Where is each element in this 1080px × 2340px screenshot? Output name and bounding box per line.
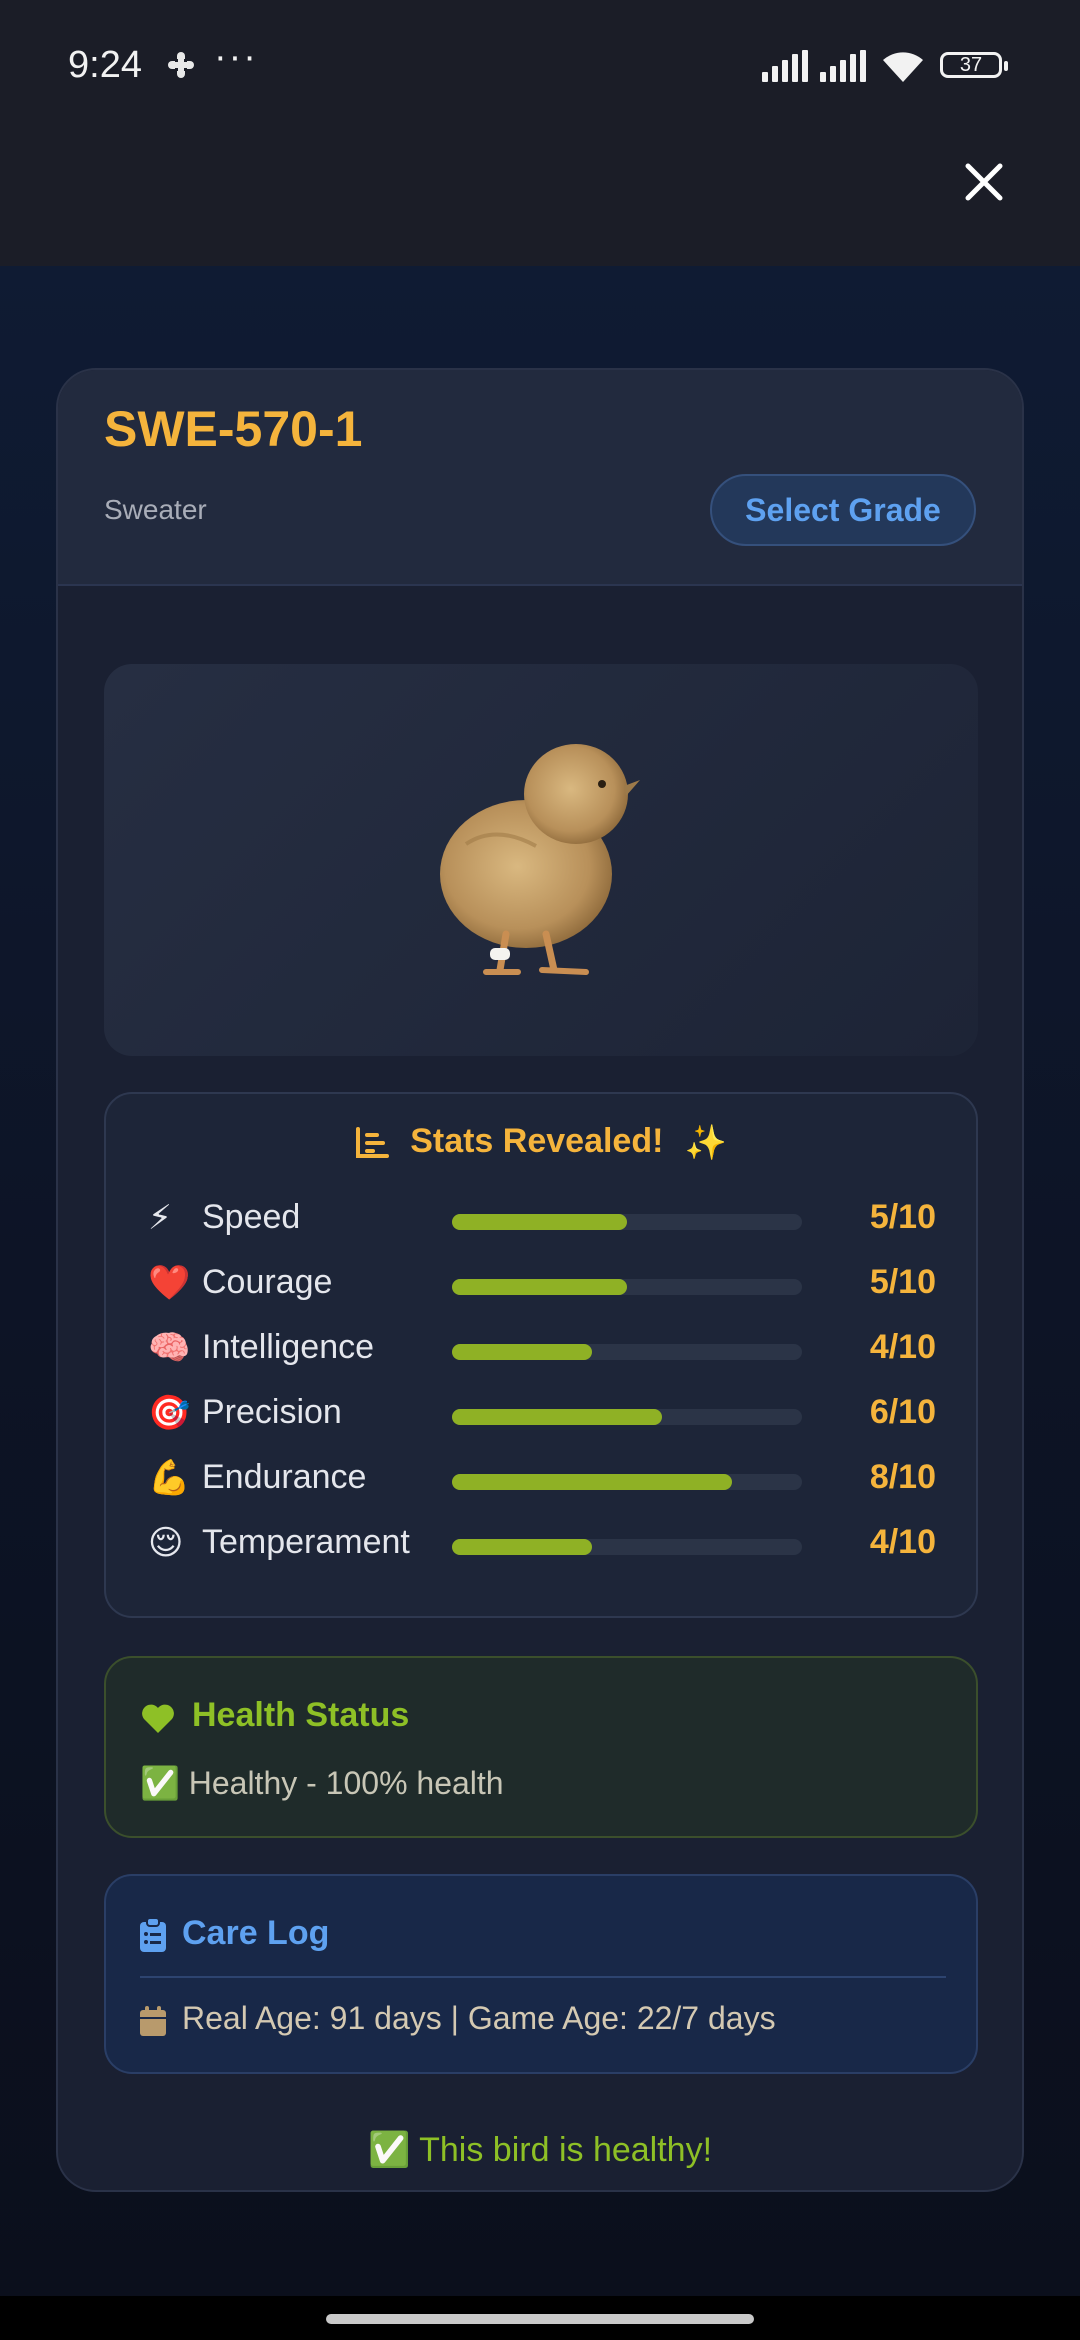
stat-value: 6/10 bbox=[869, 1393, 936, 1431]
health-status-panel: Health Status ✅ Healthy - 100% health bbox=[104, 1656, 978, 1838]
health-status-title: Health Status bbox=[192, 1696, 410, 1734]
stat-bar bbox=[452, 1214, 802, 1230]
stat-row-temperament: 😌 Temperament 4/10 bbox=[106, 1515, 976, 1571]
stat-name: Temperament bbox=[202, 1523, 410, 1561]
stat-row-courage: ❤️ Courage 5/10 bbox=[106, 1255, 976, 1311]
signal-icon bbox=[820, 50, 866, 82]
stat-value: 5/10 bbox=[869, 1198, 936, 1236]
stat-name: Intelligence bbox=[202, 1328, 375, 1366]
care-log-title: Care Log bbox=[182, 1914, 330, 1952]
battery-icon: 37 bbox=[940, 52, 1008, 78]
status-time: 9:24 bbox=[68, 44, 142, 86]
target-icon: 🎯 bbox=[148, 1394, 191, 1432]
sparkles-icon: ✨ bbox=[684, 1124, 728, 1163]
stat-bar bbox=[452, 1344, 802, 1360]
wifi-icon bbox=[883, 52, 923, 82]
select-grade-button[interactable]: Select Grade bbox=[710, 474, 976, 546]
more-notifications-icon: ··· bbox=[214, 36, 258, 78]
clipboard-icon bbox=[140, 1918, 166, 1952]
stat-bar bbox=[452, 1409, 802, 1425]
divider bbox=[140, 1976, 946, 1978]
bird-type: Sweater bbox=[104, 494, 207, 525]
modal-top-bar bbox=[0, 130, 1080, 266]
age-info: Real Age: 91 days | Game Age: 22/7 days bbox=[182, 2000, 776, 2036]
slack-icon bbox=[168, 52, 194, 78]
close-icon[interactable] bbox=[956, 154, 1012, 210]
stat-bar-fill bbox=[452, 1474, 732, 1490]
stat-row-endurance: 💪 Endurance 8/10 bbox=[106, 1450, 976, 1506]
care-log-panel: Care Log Real Age: 91 days | Game Age: 2… bbox=[104, 1874, 978, 2074]
stat-value: 8/10 bbox=[869, 1458, 936, 1496]
stat-bar bbox=[452, 1279, 802, 1295]
stat-bar-fill bbox=[452, 1279, 627, 1295]
heart-icon: ❤️ bbox=[148, 1264, 191, 1302]
flexed-arm-icon: 💪 bbox=[148, 1459, 191, 1497]
stat-name: Endurance bbox=[202, 1458, 367, 1496]
stats-title: Stats Revealed! bbox=[410, 1122, 664, 1160]
stat-bar bbox=[452, 1474, 802, 1490]
stat-name: Courage bbox=[202, 1263, 333, 1301]
stats-title-row: Stats Revealed! ✨ bbox=[106, 1122, 976, 1163]
bird-image-panel bbox=[104, 664, 978, 1056]
stat-bar-fill bbox=[452, 1409, 662, 1425]
stat-value: 4/10 bbox=[869, 1523, 936, 1561]
signal-icon bbox=[762, 50, 808, 82]
stat-bar-fill bbox=[452, 1539, 592, 1555]
stat-bar-fill bbox=[452, 1344, 592, 1360]
chick-image bbox=[440, 744, 640, 975]
card-header: SWE-570-1 Sweater Select Grade bbox=[58, 370, 1022, 586]
bar-chart-icon bbox=[355, 1127, 389, 1159]
status-bar: 9:24 ··· 37 bbox=[0, 0, 1080, 130]
calendar-icon bbox=[140, 2006, 166, 2036]
stats-panel: Stats Revealed! ✨ ⚡ Speed 5/10 ❤️ Courag… bbox=[104, 1092, 978, 1618]
brain-icon: 🧠 bbox=[148, 1329, 191, 1367]
relieved-face-icon: 😌 bbox=[148, 1524, 184, 1562]
bird-id: SWE-570-1 bbox=[104, 401, 363, 457]
healthy-message: ✅ This bird is healthy! bbox=[367, 2131, 713, 2169]
stat-row-intelligence: 🧠 Intelligence 4/10 bbox=[106, 1320, 976, 1376]
stat-name: Precision bbox=[202, 1393, 342, 1431]
health-status-text: ✅ Healthy - 100% health bbox=[140, 1765, 504, 1801]
lightning-icon: ⚡ bbox=[148, 1199, 172, 1237]
stat-bar bbox=[452, 1539, 802, 1555]
home-indicator[interactable] bbox=[326, 2314, 754, 2324]
stat-row-precision: 🎯 Precision 6/10 bbox=[106, 1385, 976, 1441]
bird-detail-card: SWE-570-1 Sweater Select Grade Stats Rev… bbox=[56, 368, 1024, 2192]
stat-value: 5/10 bbox=[869, 1263, 936, 1301]
battery-level: 37 bbox=[959, 54, 983, 76]
stat-bar-fill bbox=[452, 1214, 627, 1230]
stat-value: 4/10 bbox=[869, 1328, 936, 1366]
stat-name: Speed bbox=[202, 1198, 301, 1236]
heart-icon bbox=[142, 1704, 174, 1733]
stat-row-speed: ⚡ Speed 5/10 bbox=[106, 1190, 976, 1246]
